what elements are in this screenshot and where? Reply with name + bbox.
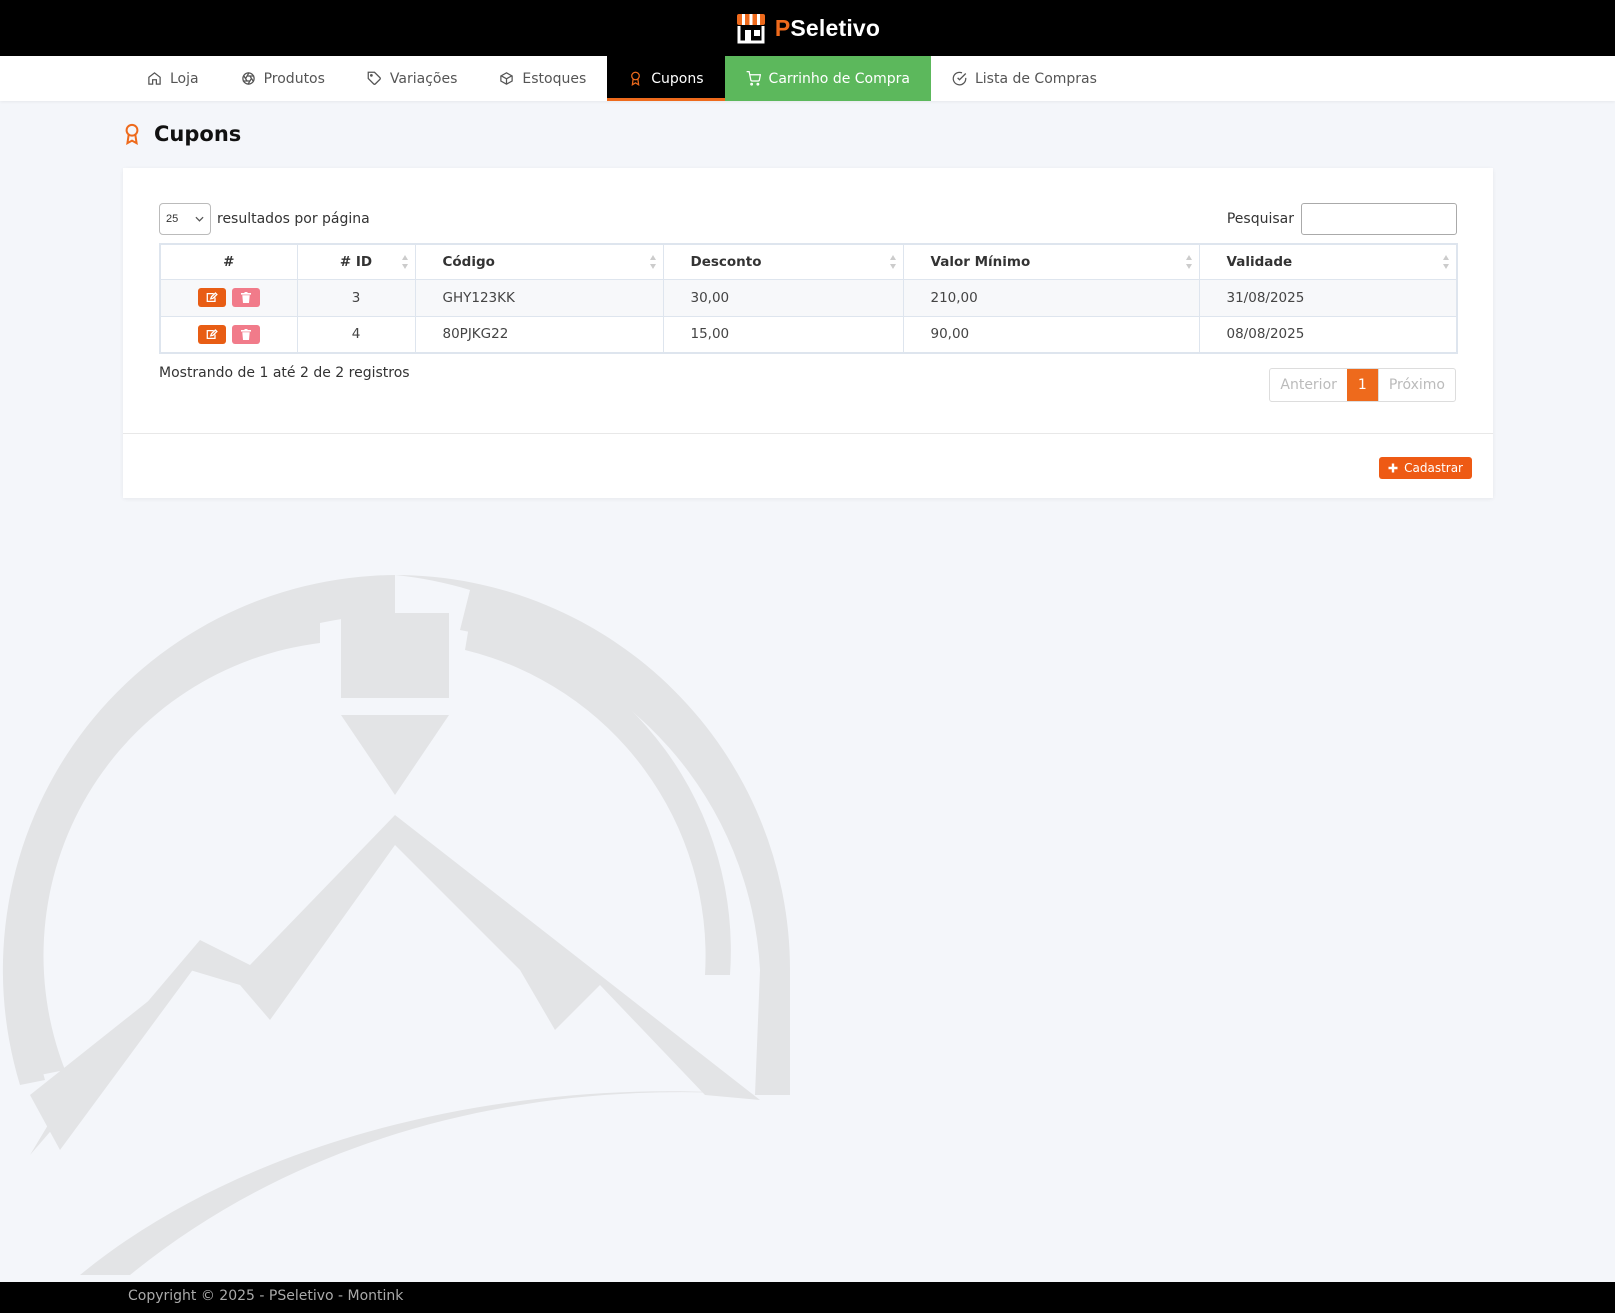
trash-icon	[240, 328, 251, 340]
cadastrar-label: Cadastrar	[1404, 461, 1463, 475]
cell-validade: 31/08/2025	[1198, 278, 1458, 317]
pagination: Anterior 1 Próximo	[1269, 368, 1456, 402]
search-label: Pesquisar	[1226, 211, 1294, 227]
cell-valor-minimo: 210,00	[902, 278, 1200, 317]
col-header-label: Valor Mínimo	[930, 253, 1031, 270]
edit-icon	[206, 292, 218, 302]
nav-item-label: Estoques	[522, 70, 587, 87]
cell-desconto: 30,00	[662, 278, 904, 317]
table-row: 4 80PJKG22 15,00 90,00 08/08/2025	[159, 315, 1458, 354]
nav-item-cupons[interactable]: Cupons	[607, 56, 725, 101]
edit-button[interactable]	[197, 288, 226, 307]
award-icon	[125, 123, 139, 145]
copyright-text: Copyright © 2025 - PSeletivo - Montink	[128, 1288, 404, 1304]
sort-icon	[889, 254, 896, 269]
pagination-page-1[interactable]: 1	[1346, 369, 1378, 401]
nav-item-label: Carrinho de Compra	[768, 70, 910, 87]
page-length-value: 25	[166, 213, 179, 225]
row-actions	[159, 315, 298, 354]
card-footer: Cadastrar	[123, 433, 1493, 498]
brand-rest: Seletivo	[790, 14, 881, 41]
cell-codigo: GHY123KK	[414, 278, 664, 317]
page-title: Cupons	[122, 122, 241, 146]
main-navbar: Loja Produtos Variações Estoques Cupons …	[0, 56, 1615, 101]
top-header: PSeletivo	[0, 0, 1615, 56]
nav-item-label: Variações	[389, 70, 458, 87]
sort-icon	[1443, 254, 1449, 269]
page-length-label: resultados por página	[217, 211, 370, 227]
pagination-next[interactable]: Próximo	[1377, 369, 1455, 401]
col-header-label: Código	[442, 253, 495, 270]
delete-button[interactable]	[231, 288, 260, 307]
cell-codigo: 80PJKG22	[414, 315, 664, 354]
nav-item-label: Produtos	[263, 70, 325, 87]
col-header-validade[interactable]: Validade	[1198, 243, 1458, 280]
cell-valor-minimo: 90,00	[902, 315, 1200, 354]
edit-button[interactable]	[197, 324, 226, 344]
row-actions	[159, 278, 298, 317]
col-header-id[interactable]: # ID	[296, 243, 416, 280]
page-length-select[interactable]: 25	[159, 203, 211, 235]
page-length-control: 25 resultados por página	[159, 203, 370, 235]
nav-item-label: Lista de Compras	[974, 70, 1097, 87]
aperture-icon	[241, 72, 255, 85]
sort-icon	[1185, 254, 1192, 269]
col-header-codigo[interactable]: Código	[414, 243, 664, 280]
nav-item-label: Loja	[170, 70, 199, 87]
table-header-row: # # ID Código Desconto Valor Mínimo Vali…	[159, 243, 1458, 280]
cart-icon	[746, 71, 761, 86]
table-row: 3 GHY123KK 30,00 210,00 31/08/2025	[159, 278, 1458, 317]
brand-prefix: P	[774, 14, 791, 41]
search-control: Pesquisar	[1227, 203, 1457, 235]
chevron-down-icon	[195, 216, 204, 222]
box-icon	[500, 72, 514, 85]
cell-validade: 08/08/2025	[1198, 315, 1458, 354]
home-icon	[148, 72, 161, 85]
search-input[interactable]	[1301, 203, 1457, 235]
col-header-valor-minimo[interactable]: Valor Mínimo	[902, 243, 1200, 280]
nav-item-variacoes[interactable]: Variações	[346, 56, 478, 101]
trash-icon	[240, 292, 251, 303]
nav-item-loja[interactable]: Loja	[126, 56, 220, 101]
cell-id: 3	[296, 278, 416, 317]
page-title-text: Cupons	[154, 122, 242, 146]
nav-item-estoques[interactable]: Estoques	[478, 56, 607, 101]
table-info: Mostrando de 1 até 2 de 2 registros	[159, 365, 410, 381]
cupons-table: # # ID Código Desconto Valor Mínimo Vali…	[159, 243, 1458, 354]
col-header-actions: #	[159, 243, 298, 280]
nav-item-lista-compras[interactable]: Lista de Compras	[931, 56, 1118, 101]
col-header-label: Validade	[1226, 253, 1293, 270]
watermark-logo	[2, 575, 790, 1275]
plus-icon	[1388, 463, 1398, 473]
sort-icon	[401, 254, 408, 269]
nav-item-produtos[interactable]: Produtos	[220, 56, 346, 101]
nav-item-carrinho[interactable]: Carrinho de Compra	[724, 56, 931, 101]
brand-logo[interactable]: PSeletivo	[735, 12, 880, 44]
edit-icon	[206, 328, 218, 339]
page-footer: Copyright © 2025 - PSeletivo - Montink	[0, 1282, 1615, 1313]
nav-item-label: Cupons	[651, 70, 704, 87]
pagination-previous[interactable]: Anterior	[1270, 369, 1347, 401]
cell-desconto: 15,00	[662, 315, 904, 354]
tag-icon	[367, 71, 381, 85]
delete-button[interactable]	[231, 324, 260, 344]
brand-name: PSeletivo	[775, 15, 880, 42]
col-header-desconto[interactable]: Desconto	[662, 243, 904, 280]
sort-icon	[649, 254, 656, 269]
col-header-label: # ID	[339, 253, 373, 270]
cupons-card: 25 resultados por página Pesquisar # # I…	[123, 168, 1493, 498]
award-icon	[631, 71, 641, 86]
check-circle-icon	[952, 71, 967, 86]
cell-id: 4	[296, 315, 416, 354]
col-header-label: Desconto	[690, 253, 762, 270]
cadastrar-button[interactable]: Cadastrar	[1379, 457, 1472, 479]
store-icon	[736, 14, 765, 44]
